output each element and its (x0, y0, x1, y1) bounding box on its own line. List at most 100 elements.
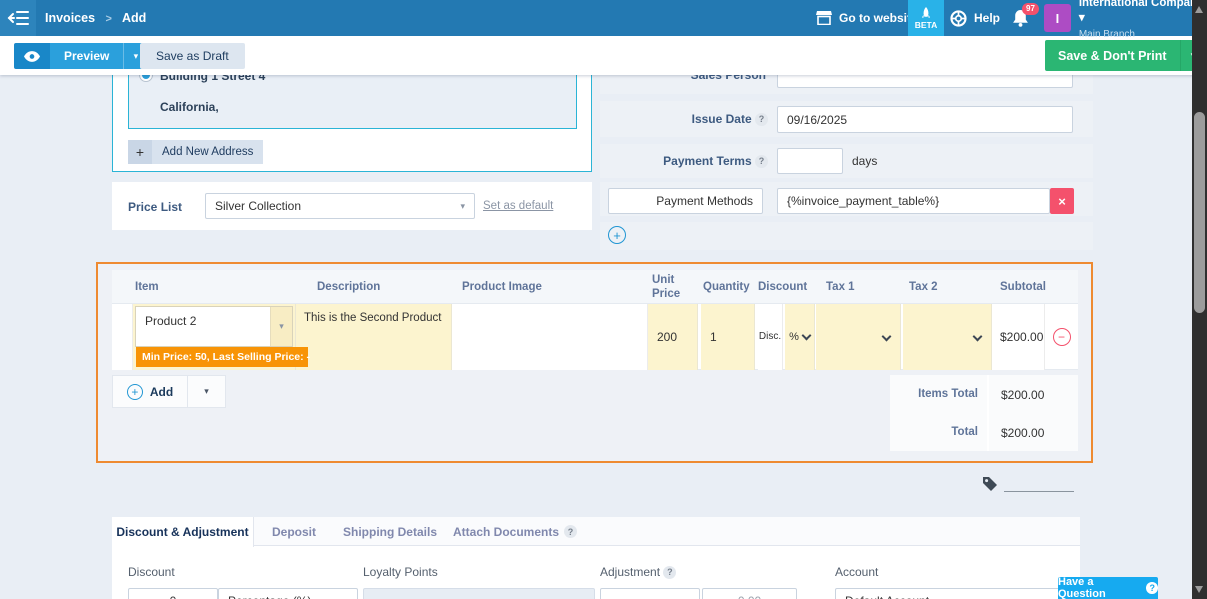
have-a-question-label: Have a Question (1058, 576, 1141, 599)
add-field-button[interactable]: + (608, 226, 626, 244)
payment-methods-value-input[interactable]: {%invoice_payment_table%} (777, 188, 1050, 214)
add-field-row: + (600, 222, 1093, 250)
row-handle[interactable] (112, 304, 133, 370)
help-button[interactable]: Help (950, 0, 1000, 36)
circle-plus-icon: + (127, 384, 143, 400)
caret-down-icon: ▾ (270, 307, 292, 346)
storefront-icon (816, 11, 832, 25)
account-value: Default Account (845, 594, 929, 599)
remove-row-button[interactable]: − (1053, 328, 1071, 346)
payment-methods-label-input[interactable]: Payment Methods (608, 188, 763, 214)
item-row: Product 2 ▾ Min Price: 50, Last Selling … (112, 304, 1078, 370)
chevron-down-icon (801, 330, 811, 340)
items-total-value: $200.00 (1001, 388, 1044, 402)
notification-badge: 97 (1022, 3, 1039, 15)
scrollbar-thumb[interactable] (1194, 112, 1205, 313)
life-ring-icon (950, 10, 967, 27)
price-list-card: Price List Silver Collection ▾ Set as de… (112, 182, 592, 230)
caret-down-icon: ▾ (343, 596, 348, 599)
add-item-button[interactable]: + Add (112, 375, 188, 408)
add-item-dropdown-button[interactable]: ▾ (188, 375, 226, 408)
items-total-label: Items Total (890, 388, 978, 400)
breadcrumb-section[interactable]: Invoices (45, 11, 95, 25)
go-to-website-button[interactable]: Go to website (816, 0, 918, 36)
col-header-item: Item (135, 281, 159, 293)
minus-icon: − (1058, 330, 1065, 344)
adjustment-amount-box[interactable]: 0.00 (702, 588, 797, 599)
adjustment-input[interactable] (600, 588, 700, 599)
tags-input[interactable] (982, 476, 1074, 492)
tax2-select[interactable] (903, 304, 992, 370)
preview-button[interactable]: Preview ▾ (14, 43, 147, 69)
discount-unit-select-bottom[interactable]: Percentage (%) ▾ (218, 588, 358, 599)
discount-label: Discount (128, 565, 175, 579)
top-navigation-bar: Invoices > Add Go to website BETA (0, 0, 1207, 36)
add-new-address-button[interactable]: + Add New Address (128, 140, 263, 164)
sidebar-collapse-button[interactable] (0, 0, 36, 36)
rocket-icon (921, 7, 931, 20)
col-header-tax2: Tax 2 (909, 281, 938, 293)
scroll-down-button[interactable] (1195, 586, 1203, 593)
discount-value-input[interactable]: 0 (128, 588, 218, 599)
company-name: International Company (1079, 0, 1204, 9)
add-new-address-label: Add New Address (152, 146, 263, 158)
breadcrumb-page: Add (122, 11, 146, 25)
item-select-value: Product 2 (136, 307, 196, 346)
issue-date-label: Issue Date (692, 112, 752, 126)
unit-price-cell[interactable]: 200 (648, 304, 698, 370)
price-list-select[interactable]: Silver Collection ▾ (205, 193, 475, 219)
quantity-cell[interactable]: 1 (701, 304, 755, 370)
chevron-down-icon (882, 332, 892, 342)
row-actions-cell: − (1045, 304, 1078, 370)
preview-label: Preview (50, 43, 123, 69)
help-badge-icon[interactable]: ? (663, 566, 676, 579)
help-badge-icon[interactable]: ? (755, 155, 768, 168)
product-image-cell[interactable] (452, 304, 648, 370)
breadcrumb: Invoices > Add (45, 0, 146, 37)
tabs-bar: Discount & Adjustment Deposit Shipping D… (112, 517, 1080, 546)
caret-down-icon: ▾ (134, 51, 139, 62)
payment-methods-label: Payment Methods (656, 194, 753, 208)
account-select[interactable]: Default Account (835, 588, 1078, 599)
close-icon: × (1058, 194, 1066, 209)
caret-down-icon: ▾ (460, 201, 465, 212)
add-item-label: Add (150, 385, 173, 399)
issue-date-input[interactable]: 09/16/2025 (777, 106, 1073, 133)
save-as-draft-label: Save as Draft (156, 49, 229, 63)
subtotal-cell: $200.00 (992, 304, 1045, 370)
total-value: $200.00 (1001, 426, 1044, 440)
tab-label: Discount & Adjustment (116, 525, 248, 539)
item-select[interactable]: Product 2 ▾ (135, 306, 293, 347)
scrollbar-track[interactable] (1192, 0, 1207, 599)
totals-panel: Items Total $200.00 Total $200.00 (890, 375, 1078, 451)
remove-payment-method-button[interactable]: × (1050, 188, 1074, 214)
caret-down-icon: ▾ (204, 386, 209, 397)
scroll-up-button[interactable] (1195, 6, 1203, 13)
save-as-draft-button[interactable]: Save as Draft (140, 43, 245, 69)
payment-methods-row: Payment Methods {%invoice_payment_table%… (600, 182, 1093, 216)
description-cell[interactable]: This is the Second Product (296, 304, 452, 370)
save-dont-print-button[interactable]: Save & Don't Print ▾ (1045, 40, 1206, 71)
discount-type-label: Disc. (758, 304, 783, 370)
beta-badge[interactable]: BETA (908, 0, 944, 36)
caret-down-icon: ▾ (1079, 12, 1085, 24)
total-label: Total (890, 426, 978, 438)
tax1-select[interactable] (816, 304, 901, 370)
discount-unit-select[interactable]: % (785, 304, 815, 370)
have-a-question-button[interactable]: Have a Question ? (1058, 577, 1158, 599)
tab-shipping-details[interactable]: Shipping Details (334, 517, 446, 546)
breadcrumb-separator: > (99, 13, 119, 25)
notifications-button[interactable]: 97 (1012, 9, 1029, 30)
tab-attach-documents[interactable]: Attach Documents ? (446, 517, 584, 546)
items-section: Item Description Product Image Unit Pric… (96, 262, 1093, 463)
discount-unit-value: % (789, 331, 799, 343)
tab-discount-adjustment[interactable]: Discount & Adjustment (112, 517, 254, 547)
adjustments-card: Discount & Adjustment Deposit Shipping D… (112, 517, 1080, 599)
account-menu[interactable]: I International Company ▾ Main Branch (1044, 0, 1207, 36)
tab-deposit[interactable]: Deposit (254, 517, 334, 546)
help-badge-icon[interactable]: ? (755, 113, 768, 126)
set-as-default-link[interactable]: Set as default (483, 200, 553, 212)
price-list-value: Silver Collection (215, 199, 301, 213)
days-suffix: days (852, 154, 877, 168)
payment-terms-input[interactable] (777, 148, 843, 174)
